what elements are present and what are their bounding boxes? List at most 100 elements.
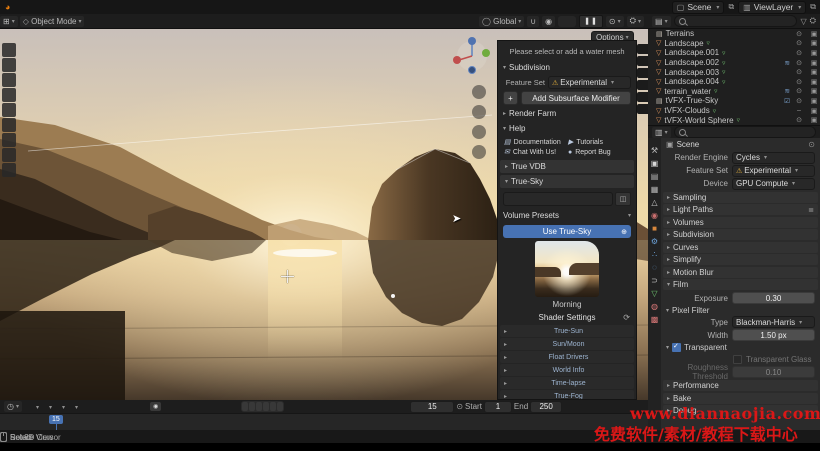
outliner-row[interactable]: ▤ tVFX-True-Sky ☑ ⊙ ▣ xyxy=(648,96,820,106)
shader-row[interactable]: World Info xyxy=(500,364,634,376)
properties-section[interactable]: Subdivision xyxy=(663,229,818,240)
properties-context-icon[interactable]: ▥ xyxy=(652,127,671,138)
pin-icon[interactable]: ⊙ xyxy=(808,140,815,149)
timeline-menu-item[interactable] xyxy=(43,402,56,411)
workspace-tab[interactable] xyxy=(86,6,96,8)
mode-selector[interactable]: ◇ Object Mode xyxy=(20,16,85,27)
sky-tab[interactable] xyxy=(504,193,540,205)
viewlayer-selector[interactable]: ▥ ViewLayer xyxy=(738,1,806,14)
npanel-tab[interactable] xyxy=(637,68,648,78)
film-section-header[interactable]: Film xyxy=(663,279,818,290)
render-camera-icon[interactable]: ▣ xyxy=(808,97,820,105)
outliner-row[interactable]: ▽ Landscape ▿ ⊙ ▣ xyxy=(648,39,820,49)
object-name[interactable]: tVFX-Clouds xyxy=(664,106,709,115)
workspace-tab[interactable] xyxy=(166,6,176,8)
timeline-menu-item[interactable] xyxy=(30,402,43,411)
roughness-slider[interactable]: 0.10 xyxy=(732,366,815,378)
filter-width-slider[interactable]: 1.50 px xyxy=(732,329,815,341)
render-camera-icon[interactable]: ▣ xyxy=(808,59,820,67)
record-button[interactable]: ◉ xyxy=(150,402,161,411)
visibility-eye-icon[interactable]: ⊙ xyxy=(793,87,805,95)
exposure-slider[interactable]: 0.30 xyxy=(732,292,815,304)
transparent-header[interactable]: Transparent xyxy=(661,342,820,353)
object-name[interactable]: terrain_water xyxy=(664,87,711,96)
sky-tab[interactable] xyxy=(576,193,612,205)
render-camera-icon[interactable]: ▣ xyxy=(808,30,820,38)
outliner-row[interactable]: ▽ tVFX-World Sphere ▿ ⊙ ▣ xyxy=(648,115,820,125)
playhead[interactable]: 15 xyxy=(49,415,63,424)
visibility-eye-icon[interactable]: ⊙ xyxy=(793,78,805,86)
sky-preset-preview[interactable] xyxy=(535,241,599,297)
true-sky-section-header[interactable]: True-Sky xyxy=(500,175,634,188)
visibility-eye-icon[interactable]: ⊙ xyxy=(793,97,805,105)
volume-presets-dropdown[interactable]: Volume Presets xyxy=(498,208,636,223)
visibility-eye-icon[interactable]: ⊙ xyxy=(793,39,805,47)
preset-pin-button[interactable]: ◫ xyxy=(615,192,631,206)
workspace-tab[interactable] xyxy=(116,6,126,8)
shader-row[interactable]: Sun/Moon xyxy=(500,338,634,350)
refresh-icon[interactable]: ⟳ xyxy=(623,313,630,322)
gizmos-dropdown[interactable]: ⛭ xyxy=(627,16,644,27)
subdivision-section-header[interactable]: Subdivision xyxy=(498,60,636,75)
visibility-eye-icon[interactable]: ⊙ xyxy=(793,68,805,76)
workspace-tab[interactable] xyxy=(76,6,86,8)
snap-magnet-icon[interactable]: ∪ xyxy=(527,16,539,27)
visibility-eye-icon[interactable]: ⊙ xyxy=(793,30,805,38)
shader-row[interactable]: Float Drivers xyxy=(500,351,634,363)
render-camera-icon[interactable]: ▣ xyxy=(808,49,820,57)
visibility-eye-icon[interactable]: – xyxy=(793,107,805,114)
object-name[interactable]: Landscape.002 xyxy=(664,58,719,67)
workspace-tab[interactable] xyxy=(126,6,136,8)
render-camera-icon[interactable]: ▣ xyxy=(808,68,820,76)
workspace-tab[interactable] xyxy=(156,6,166,8)
timeline-editor-icon[interactable]: ◷ xyxy=(4,401,22,412)
true-vdb-section-header[interactable]: True VDB xyxy=(500,160,634,173)
visibility-eye-icon[interactable]: ⊙ xyxy=(793,59,805,67)
outliner-row[interactable]: ▽ Landscape.002 ▿ ≋ ⊙ ▣ xyxy=(648,58,820,68)
shader-row[interactable]: Time-lapse xyxy=(500,377,634,389)
feature-set-dropdown[interactable]: ⚠Experimental xyxy=(732,165,815,177)
new-scene-button[interactable]: ⧉ xyxy=(728,2,734,12)
filter-type-dropdown[interactable]: Blackman-Harris xyxy=(732,316,815,328)
workspace-tab[interactable] xyxy=(136,6,146,8)
visibility-eye-icon[interactable]: ⊙ xyxy=(793,49,805,57)
properties-section[interactable]: Performance xyxy=(663,380,818,391)
object-name[interactable]: Landscape.001 xyxy=(664,48,719,57)
render-engine-dropdown[interactable]: Cycles xyxy=(732,152,815,164)
object-name[interactable]: Landscape.003 xyxy=(664,68,719,77)
properties-section[interactable]: Volumes xyxy=(663,217,818,228)
add-button[interactable]: + xyxy=(503,91,518,105)
object-name[interactable]: Terrains xyxy=(666,29,694,38)
workspace-tab[interactable] xyxy=(106,6,116,8)
properties-section[interactable]: Simplify xyxy=(663,254,818,265)
timeline-menu-item[interactable] xyxy=(69,402,82,411)
object-name[interactable]: Landscape xyxy=(664,39,703,48)
shader-row[interactable]: True-Sun xyxy=(500,325,634,337)
editor-type-selector[interactable]: ⊞ xyxy=(0,16,18,27)
npanel-tab[interactable] xyxy=(637,44,648,54)
feature-set-dropdown[interactable]: ⚠ Experimental xyxy=(548,76,631,89)
properties-section[interactable]: Bake xyxy=(663,393,818,404)
npanel-tab[interactable] xyxy=(637,80,648,90)
proportional-edit-icon[interactable]: ◉ xyxy=(542,16,555,27)
scene-selector[interactable]: ▢ Scene xyxy=(672,1,725,14)
properties-section[interactable]: Sampling xyxy=(663,192,818,203)
new-viewlayer-button[interactable]: ⧉ xyxy=(810,2,816,12)
blender-logo-icon[interactable]: ◕ xyxy=(5,2,10,12)
workspace-tab[interactable] xyxy=(186,6,196,8)
properties-section[interactable]: Curves xyxy=(663,242,818,253)
outliner-display-mode[interactable]: ▤ xyxy=(652,16,671,27)
outliner-options-icon[interactable]: ⛭ xyxy=(810,16,816,26)
outliner-row[interactable]: ▽ Landscape.001 ▿ ⊙ ▣ xyxy=(648,48,820,58)
render-camera-icon[interactable]: ▣ xyxy=(808,87,820,95)
add-subsurface-modifier-button[interactable]: Add Subsurface Modifier xyxy=(521,91,631,105)
help-section-header[interactable]: Help xyxy=(498,121,636,136)
object-name[interactable]: tVFX-True-Sky xyxy=(666,96,719,105)
npanel-tab[interactable] xyxy=(637,104,648,114)
properties-search-input[interactable] xyxy=(674,126,816,138)
render-camera-icon[interactable]: ▣ xyxy=(808,116,820,124)
render-camera-icon[interactable]: ▣ xyxy=(808,39,820,47)
workspace-tab[interactable] xyxy=(146,6,156,8)
properties-section[interactable]: Light Paths≣ xyxy=(663,204,818,215)
visibility-eye-icon[interactable]: ⊙ xyxy=(793,116,805,124)
